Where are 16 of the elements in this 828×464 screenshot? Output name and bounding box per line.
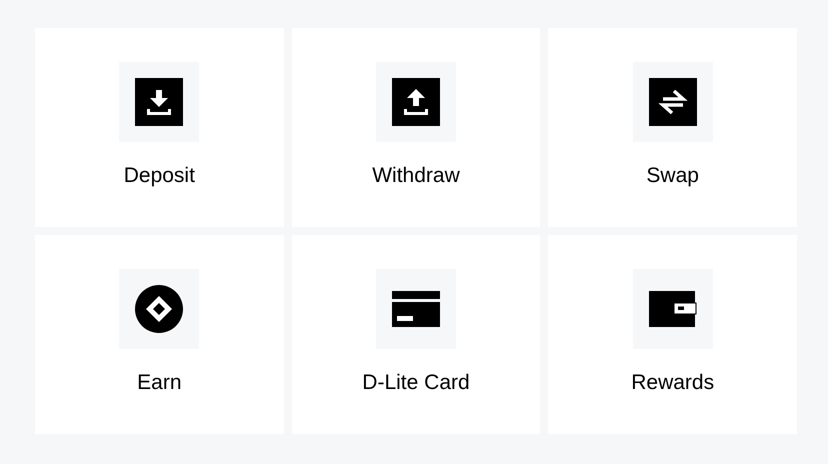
action-tile[interactable]: Earn bbox=[35, 235, 284, 434]
diamond-coin-icon bbox=[135, 285, 184, 333]
action-tile[interactable]: Rewards bbox=[548, 235, 797, 434]
tile-label: Deposit bbox=[124, 163, 195, 189]
tile-label: Earn bbox=[137, 370, 182, 396]
download-icon bbox=[135, 78, 184, 126]
action-tile[interactable]: D-Lite Card bbox=[292, 235, 540, 434]
tile-label: D-Lite Card bbox=[362, 370, 470, 396]
action-tile[interactable]: Withdraw bbox=[292, 28, 540, 227]
action-tile[interactable]: Deposit bbox=[35, 28, 284, 227]
upload-icon bbox=[392, 78, 440, 126]
tile-label: Withdraw bbox=[372, 163, 460, 189]
action-tile[interactable]: Swap bbox=[548, 28, 797, 227]
tile-label: Rewards bbox=[631, 370, 714, 396]
tile-label: Swap bbox=[646, 163, 699, 189]
swap-arrows-icon bbox=[648, 78, 697, 126]
